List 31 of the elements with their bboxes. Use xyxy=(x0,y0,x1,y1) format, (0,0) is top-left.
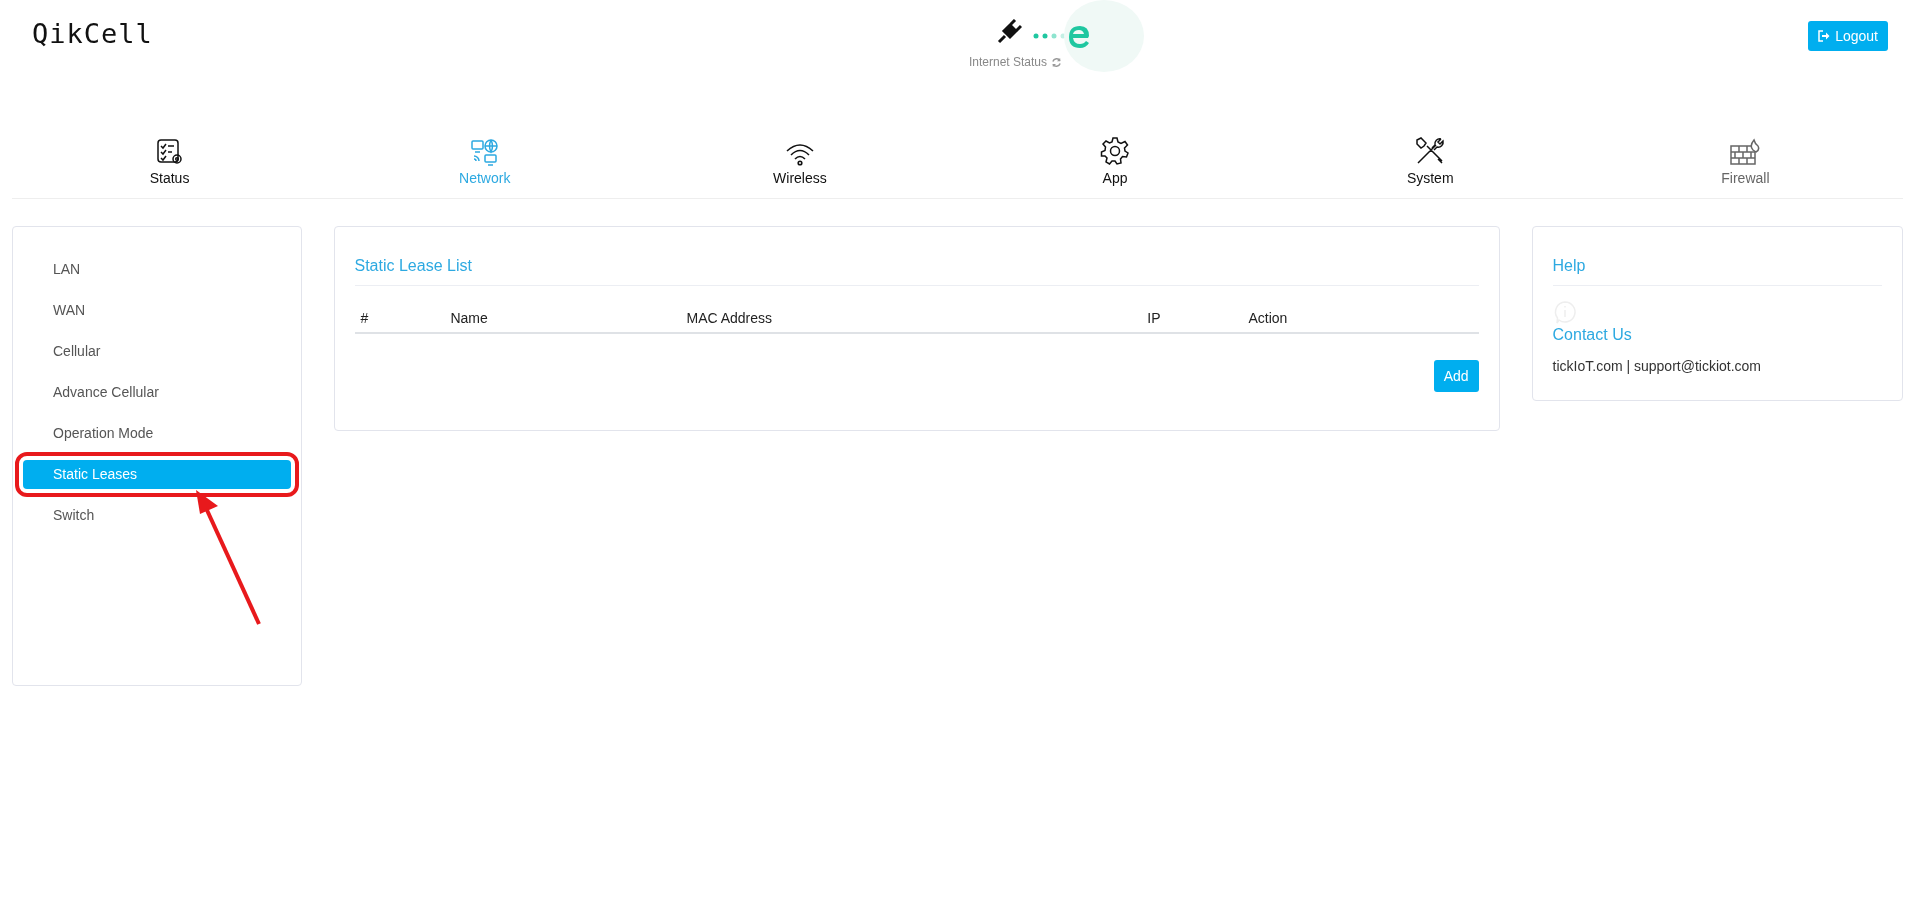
sidebar-item[interactable]: Cellular xyxy=(23,337,291,366)
nav-tab[interactable]: App xyxy=(957,132,1273,186)
column-header: Action xyxy=(1247,310,1289,326)
connection-dots-icon xyxy=(1032,32,1067,40)
network-devices-icon xyxy=(469,138,500,166)
settings-icon xyxy=(1100,136,1131,166)
brick-wall-fire-icon xyxy=(1729,138,1762,166)
nav-tab[interactable]: Wireless xyxy=(642,132,958,186)
contact-title: Contact Us xyxy=(1552,326,1633,344)
checklist-gear-icon xyxy=(155,138,184,166)
tools-icon xyxy=(1415,136,1446,166)
contact-text: tickIoT.com | support@tickiot.com xyxy=(1552,358,1763,374)
column-header: IP xyxy=(1146,310,1162,326)
plug-icon xyxy=(996,19,1023,45)
nav-tab[interactable]: Status xyxy=(12,132,328,186)
logout-icon xyxy=(1818,30,1831,42)
sidebar-item[interactable]: Advance Cellular xyxy=(23,378,291,407)
sidebar-item[interactable]: WAN xyxy=(23,296,291,325)
sidebar-item[interactable]: Operation Mode xyxy=(23,419,291,448)
sidebar-item[interactable]: Switch xyxy=(23,501,291,530)
column-header: # xyxy=(359,310,370,326)
refresh-icon[interactable] xyxy=(1051,56,1062,68)
column-header: Name xyxy=(449,310,489,326)
sidebar-item[interactable]: LAN xyxy=(23,255,291,284)
column-header: MAC Address xyxy=(685,310,774,326)
logo: QikCell xyxy=(32,18,153,49)
nav-tab[interactable]: System xyxy=(1272,132,1588,186)
wifi-icon xyxy=(784,142,815,166)
card-title: Help xyxy=(1552,257,1882,286)
internet-status-label: Internet Status xyxy=(968,55,1047,69)
card-title: Static Lease List xyxy=(354,257,1479,286)
